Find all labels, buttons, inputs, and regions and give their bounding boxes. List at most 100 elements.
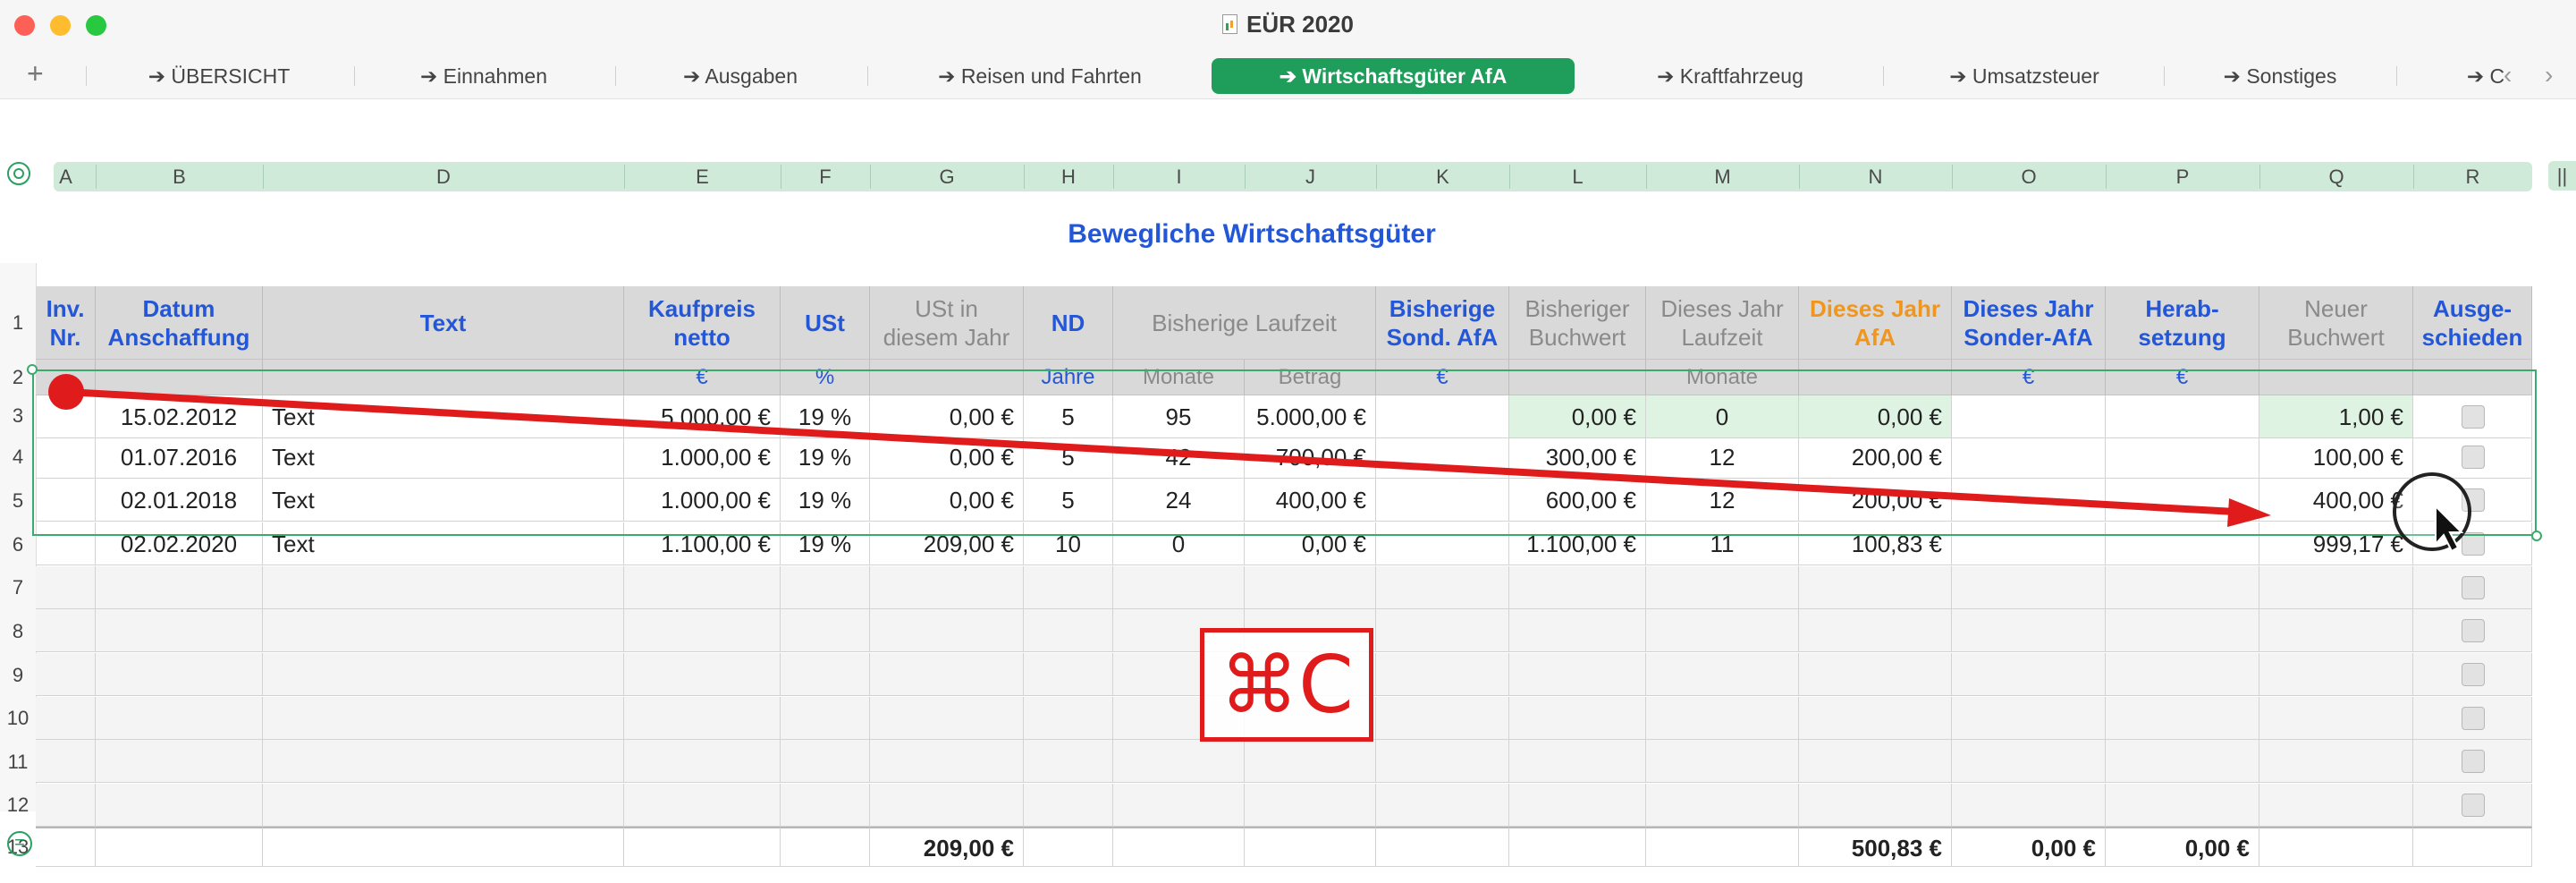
cell-b-row11[interactable] [96, 740, 263, 783]
add-sheet-button[interactable]: + [27, 57, 44, 90]
cell-g-row11[interactable] [870, 740, 1024, 783]
cell-e-row9[interactable] [624, 653, 781, 696]
tab-umsatzsteuer[interactable]: ➔ Umsatzsteuer [1890, 58, 2158, 94]
cell-q-row10[interactable] [2259, 697, 2413, 740]
row-header-10[interactable]: 10 [0, 697, 36, 740]
cell-q-row3[interactable]: 1,00 € [2259, 395, 2413, 438]
cell-q-row8[interactable] [2259, 609, 2413, 652]
cell-h-row10[interactable] [1024, 697, 1113, 740]
row-header-7[interactable]: 7 [0, 566, 36, 609]
column-divider[interactable] [1245, 165, 1246, 189]
cell-g-row7[interactable] [870, 566, 1024, 609]
cell-k-row8[interactable] [1376, 609, 1509, 652]
cell-f-row7[interactable] [781, 566, 870, 609]
total-cell-p[interactable]: 0,00 € [2106, 827, 2259, 867]
cell-g-row4[interactable]: 0,00 € [870, 436, 1024, 479]
total-cell-i[interactable] [1113, 827, 1245, 867]
cell-p-row4[interactable] [2106, 436, 2259, 479]
cell-i-row7[interactable] [1113, 566, 1245, 609]
cell-r-row6[interactable] [2413, 522, 2532, 565]
chevron-right-icon[interactable]: › [2545, 61, 2553, 89]
cell-i-row5[interactable]: 24 [1113, 479, 1245, 522]
cell-k-row4[interactable] [1376, 436, 1509, 479]
cell-o-row8[interactable] [1952, 609, 2106, 652]
cell-p-row6[interactable] [2106, 522, 2259, 565]
column-divider[interactable] [1376, 165, 1377, 189]
cell-h-row3[interactable]: 5 [1024, 395, 1113, 438]
column-divider[interactable] [2106, 165, 2107, 189]
cell-j-row12[interactable] [1245, 784, 1376, 827]
cell-f-row3[interactable]: 19 % [781, 395, 870, 438]
cell-p-row8[interactable] [2106, 609, 2259, 652]
cell-o-row6[interactable] [1952, 522, 2106, 565]
tab-wirtschaftsgueter-afa[interactable]: ➔ Wirtschaftsgüter AfA [1212, 58, 1575, 94]
total-cell-j[interactable] [1245, 827, 1376, 867]
cell-k-row11[interactable] [1376, 740, 1509, 783]
cell-a-row8[interactable] [36, 609, 96, 652]
cell-f-row9[interactable] [781, 653, 870, 696]
cell-g-row5[interactable]: 0,00 € [870, 479, 1024, 522]
cell-j-row3[interactable]: 5.000,00 € [1245, 395, 1376, 438]
cell-a-row5[interactable] [36, 479, 96, 522]
cell-a-row12[interactable] [36, 784, 96, 827]
cell-h-row11[interactable] [1024, 740, 1113, 783]
column-header-a[interactable]: A [36, 162, 96, 191]
column-header-j[interactable]: J [1245, 162, 1376, 191]
cell-h-row12[interactable] [1024, 784, 1113, 827]
cell-j-row11[interactable] [1245, 740, 1376, 783]
ausgeschieden-checkbox[interactable] [2461, 750, 2485, 773]
cell-i-row3[interactable]: 95 [1113, 395, 1245, 438]
row-header-12[interactable]: 12 [0, 784, 36, 827]
cell-q-row7[interactable] [2259, 566, 2413, 609]
column-divider[interactable] [1952, 165, 1953, 189]
cell-p-row10[interactable] [2106, 697, 2259, 740]
cell-r-row11[interactable] [2413, 740, 2532, 783]
cell-e-row4[interactable]: 1.000,00 € [624, 436, 781, 479]
column-header-l[interactable]: L [1509, 162, 1646, 191]
cell-m-row12[interactable] [1646, 784, 1799, 827]
cell-l-row12[interactable] [1509, 784, 1646, 827]
cell-d-row11[interactable] [263, 740, 624, 783]
ausgeschieden-checkbox[interactable] [2461, 663, 2485, 686]
tab-sonstiges[interactable]: ➔ Sonstiges [2171, 58, 2389, 94]
cell-f-row8[interactable] [781, 609, 870, 652]
cell-o-row12[interactable] [1952, 784, 2106, 827]
cell-m-row11[interactable] [1646, 740, 1799, 783]
total-cell-h[interactable] [1024, 827, 1113, 867]
selection-handle-start[interactable] [27, 364, 38, 375]
cell-l-row8[interactable] [1509, 609, 1646, 652]
cell-o-row5[interactable] [1952, 479, 2106, 522]
cell-n-row5[interactable]: 200,00 € [1799, 479, 1952, 522]
column-divider[interactable] [1509, 165, 1510, 189]
cell-j-row5[interactable]: 400,00 € [1245, 479, 1376, 522]
cell-g-row3[interactable]: 0,00 € [870, 395, 1024, 438]
column-header-k[interactable]: K [1376, 162, 1509, 191]
total-cell-m[interactable] [1646, 827, 1799, 867]
cell-q-row11[interactable] [2259, 740, 2413, 783]
table-select-button[interactable] [7, 162, 30, 185]
column-header-m[interactable]: M [1646, 162, 1799, 191]
cell-b-row4[interactable]: 01.07.2016 [96, 436, 263, 479]
cell-g-row12[interactable] [870, 784, 1024, 827]
cell-f-row6[interactable]: 19 % [781, 522, 870, 565]
column-header-b[interactable]: B [96, 162, 263, 191]
column-divider[interactable] [624, 165, 625, 189]
chevron-left-icon[interactable]: ‹ [2504, 61, 2512, 89]
tab-kraftfahrzeug[interactable]: ➔ Kraftfahrzeug [1583, 58, 1878, 94]
cell-n-row4[interactable]: 200,00 € [1799, 436, 1952, 479]
column-header-e[interactable]: E [624, 162, 781, 191]
row-header-9[interactable]: 9 [0, 653, 36, 697]
row-header-3[interactable]: 3 [0, 395, 36, 436]
column-header-n[interactable]: N [1799, 162, 1952, 191]
row-header-8[interactable]: 8 [0, 609, 36, 653]
row-header-11[interactable]: 11 [0, 740, 36, 784]
column-header-i[interactable]: I [1113, 162, 1245, 191]
column-header-o[interactable]: O [1952, 162, 2106, 191]
cell-r-row9[interactable] [2413, 653, 2532, 696]
cell-a-row6[interactable] [36, 522, 96, 565]
column-header-r[interactable]: R [2413, 162, 2532, 191]
cell-k-row12[interactable] [1376, 784, 1509, 827]
cell-h-row9[interactable] [1024, 653, 1113, 696]
cell-g-row8[interactable] [870, 609, 1024, 652]
row-header-1[interactable]: 1 [0, 286, 36, 360]
